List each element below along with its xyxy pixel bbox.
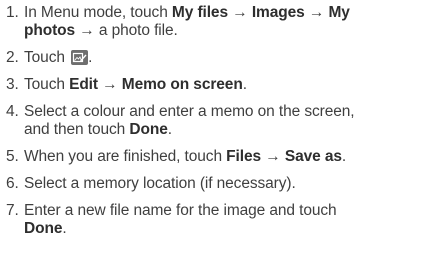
step-text-line: Touch .	[24, 49, 438, 67]
step-text-line: photos → a photo file.	[24, 22, 438, 40]
step-text-line: Touch Edit → Memo on screen.	[24, 76, 438, 94]
step-number: 6.	[6, 175, 19, 192]
menu-path-my-files: My files	[171, 4, 228, 21]
menu-path-save-as: Save as	[284, 148, 342, 165]
arrow-separator: →	[97, 76, 122, 93]
edit-icon	[71, 50, 89, 65]
step-text-line: Done.	[24, 220, 438, 238]
step-number: 7.	[6, 202, 19, 219]
menu-path-memo-on-screen: Memo on screen	[121, 76, 243, 93]
step-text: .	[167, 121, 172, 138]
step-text: .	[62, 220, 67, 237]
step-text: Touch	[24, 76, 70, 93]
step-text-line: Select a memory location (if necessary).	[24, 175, 296, 192]
arrow-separator: →	[227, 4, 252, 21]
step-7: 7. Enter a new file name for the image a…	[0, 202, 438, 238]
step-text: Touch	[24, 49, 70, 66]
step-6: 6. Select a memory location (if necessar…	[0, 175, 438, 193]
step-text: and then touch	[24, 121, 130, 138]
option-done: Done	[129, 121, 168, 138]
step-text-line: Select a colour and enter a memo on the …	[24, 103, 355, 120]
instruction-steps: 1. In Menu mode, touch My files → Images…	[0, 0, 438, 238]
step-number: 5.	[6, 148, 19, 165]
step-text: In Menu mode, touch	[24, 4, 172, 21]
step-number: 4.	[6, 103, 19, 120]
step-text: .	[88, 49, 93, 66]
menu-path-images: Images	[251, 4, 305, 21]
step-number: 1.	[6, 4, 19, 21]
option-done: Done	[24, 220, 63, 237]
menu-path-my: My	[328, 4, 350, 21]
arrow-separator: →	[261, 148, 285, 165]
step-number: 2.	[6, 49, 19, 66]
step-3: 3. Touch Edit → Memo on screen.	[0, 76, 438, 94]
step-1: 1. In Menu mode, touch My files → Images…	[0, 4, 438, 40]
arrow-separator: →	[304, 4, 329, 21]
step-text-line: In Menu mode, touch My files → Images → …	[24, 4, 438, 22]
step-5: 5. When you are finished, touch Files → …	[0, 148, 438, 166]
step-number: 3.	[6, 76, 19, 93]
menu-path-files: Files	[226, 148, 261, 165]
step-2: 2. Touch .	[0, 49, 438, 67]
step-4: 4. Select a colour and enter a memo on t…	[0, 103, 438, 139]
step-text-line: and then touch Done.	[24, 121, 438, 139]
step-text: When you are finished, touch	[24, 148, 227, 165]
step-text: → a photo file.	[75, 22, 178, 39]
step-text-line: When you are finished, touch Files → Sav…	[24, 148, 438, 166]
step-text-line: Enter a new file name for the image and …	[24, 202, 337, 219]
step-text: .	[341, 148, 347, 165]
step-text: .	[242, 76, 247, 93]
menu-path-photos: photos	[24, 22, 76, 39]
menu-path-edit: Edit	[69, 76, 98, 93]
